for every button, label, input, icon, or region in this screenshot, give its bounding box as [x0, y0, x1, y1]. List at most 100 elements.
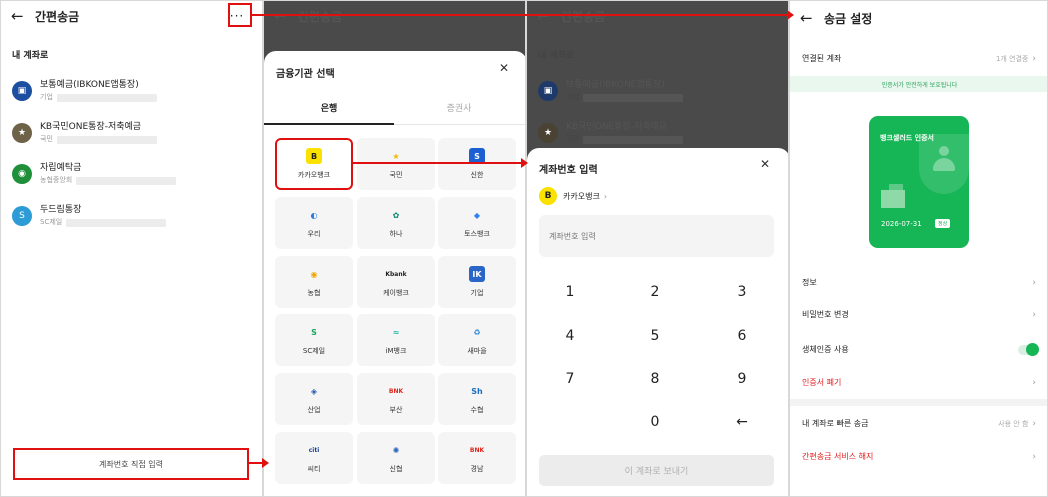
bank-tile[interactable]: ◆ 토스뱅크: [438, 197, 516, 249]
bank-label: 케이뱅크: [383, 289, 409, 297]
arrow-to-account-input: [351, 158, 528, 168]
backspace-key[interactable]: ←: [712, 408, 772, 436]
linked-accounts-row[interactable]: 연결된 계좌 1개 연결중 ›: [802, 53, 1036, 64]
selected-bank[interactable]: B 카카오뱅크 ›: [539, 187, 607, 205]
back-arrow-icon: ←: [274, 7, 287, 25]
biometric-toggle[interactable]: [1018, 342, 1039, 356]
bank-logo-icon: ✺: [392, 445, 400, 455]
bank-tile[interactable]: BNK 경남: [438, 432, 516, 484]
bank-tile[interactable]: ✺ 신협: [357, 432, 435, 484]
quick-transfer-value: 사용 안 함: [998, 419, 1029, 428]
tab-securities[interactable]: 증권사: [394, 101, 524, 114]
keypad-key[interactable]: 3: [712, 278, 772, 306]
bank-tile[interactable]: IK 기업: [438, 256, 516, 308]
keypad-key[interactable]: 6: [712, 322, 772, 350]
header: ← 간편송금: [527, 1, 788, 31]
keypad-key[interactable]: 9: [712, 365, 772, 393]
keypad-key[interactable]: 7: [540, 365, 600, 393]
stage: ← 간편송금 ··· 내 계좌로 ▣ 보통예금(IBKONE앱통장) 기업 ★ …: [0, 0, 1048, 497]
bank-tile[interactable]: citi 씨티: [275, 432, 353, 484]
highlight-menu-box: [228, 3, 252, 27]
certificate-status-badge: 정상: [935, 219, 951, 228]
info-row[interactable]: 정보 ›: [802, 277, 1036, 288]
panel-bank-select: ← 간편송금 금융기관 선택 ✕ 은행 증권사 B 카카오뱅크 ★ 국민 S 신한 ◐ 우리 ✿…: [263, 0, 526, 497]
account-bank: 기업: [40, 93, 53, 101]
page-title: 간편송금: [35, 9, 80, 24]
bank-label: 새마을: [467, 347, 487, 355]
direct-account-input-button[interactable]: 계좌번호 직접 입력: [13, 448, 249, 480]
account-bank: 농협중앙회: [40, 176, 73, 184]
account-number-input[interactable]: [539, 215, 774, 257]
panel-simple-transfer: ← 간편송금 ··· 내 계좌로 ▣ 보통예금(IBKONE앱통장) 기업 ★ …: [0, 0, 263, 497]
person-icon: [939, 146, 949, 156]
account-item-3[interactable]: ◉ 자립예탁금 농협중앙회: [12, 162, 177, 186]
bank-tile[interactable]: Kbank 케이뱅크: [357, 256, 435, 308]
bank-tile[interactable]: ✿ 하나: [357, 197, 435, 249]
bank-tile[interactable]: ◐ 우리: [275, 197, 353, 249]
bank-label: 씨티: [307, 465, 321, 473]
bank-tile[interactable]: B 카카오뱅크: [275, 138, 353, 190]
account-item-4[interactable]: S 두드림통장 SC제일: [12, 204, 167, 228]
bank-logo-icon: ◈: [310, 386, 318, 396]
kb-logo-icon: ★: [12, 123, 32, 143]
account-item-1: ▣ 보통예금(IBKONE앱통장) 기업: [538, 79, 683, 103]
masked-account-number: [582, 135, 683, 144]
sheet-title: 계좌번호 입력: [539, 165, 598, 176]
keypad-key[interactable]: 2: [625, 278, 685, 306]
bank-logo-icon: S: [311, 327, 317, 337]
kakaobank-logo-icon: B: [539, 187, 557, 205]
account-item-2[interactable]: ★ KB국민ONE통장-저축예금 국민: [12, 121, 157, 145]
sheet-title: 금융기관 선택: [276, 69, 335, 80]
security-banner: 인증서가 안전하게 보호됩니다: [790, 76, 1047, 92]
account-name: KB국민ONE통장-저축예금: [40, 122, 142, 132]
bank-label: 부산: [389, 406, 403, 414]
bank-label: 경남: [470, 465, 484, 473]
chevron-right-icon: ›: [603, 191, 608, 201]
kb-logo-icon: ★: [538, 123, 558, 143]
certificate-card[interactable]: 뱅크샐러드 인증서 2026-07-31 정상: [869, 116, 969, 248]
bank-tile[interactable]: ★ 국민: [357, 138, 435, 190]
revoke-certificate-row[interactable]: 인증서 폐기 ›: [802, 377, 1036, 388]
page-title: 송금 설정: [824, 11, 873, 26]
keypad-key[interactable]: 0: [625, 408, 685, 436]
change-password-row[interactable]: 비밀번호 변경 ›: [802, 309, 1036, 320]
sc-logo-icon: S: [12, 206, 32, 226]
keypad-key[interactable]: 5: [625, 322, 685, 350]
quick-transfer-row[interactable]: 내 계좌로 빠른 송금 사용 안 함 ›: [802, 418, 1036, 429]
chevron-right-icon: ›: [1032, 418, 1036, 429]
chevron-right-icon: ›: [1032, 53, 1036, 64]
bank-label: 하나: [389, 230, 403, 238]
arrow-to-settings: [252, 10, 794, 20]
bank-tile[interactable]: S 신한: [438, 138, 516, 190]
keypad-key[interactable]: 4: [540, 322, 600, 350]
back-arrow-icon[interactable]: ←: [800, 9, 818, 27]
account-item-1[interactable]: ▣ 보통예금(IBKONE앱통장) 기업: [12, 79, 157, 103]
quick-transfer-label: 내 계좌로 빠른 송금: [802, 419, 869, 428]
selected-bank-name: 카카오뱅크: [563, 191, 600, 201]
bank-logo-icon: ◐: [310, 210, 318, 220]
bank-logo-icon: citi: [308, 446, 320, 454]
biometric-label: 생체인증 사용: [802, 345, 849, 354]
bank-tile[interactable]: Sh 수협: [438, 373, 516, 425]
masked-account-number: [56, 135, 157, 144]
cancel-service-row[interactable]: 간편송금 서비스 해지 ›: [802, 451, 1036, 462]
send-to-account-button[interactable]: 이 계좌로 보내기: [539, 455, 774, 486]
bank-label: SC제일: [302, 347, 326, 355]
bank-tile[interactable]: ◉ 농협: [275, 256, 353, 308]
close-icon[interactable]: ✕: [499, 61, 509, 75]
bank-tile[interactable]: BNK 부산: [357, 373, 435, 425]
bank-tile[interactable]: ◈ 산업: [275, 373, 353, 425]
ibk-logo-icon: ▣: [12, 81, 32, 101]
keypad-key[interactable]: 8: [625, 365, 685, 393]
page-title: 간편송금: [298, 9, 343, 24]
page-title: 간편송금: [561, 9, 606, 24]
back-arrow-icon[interactable]: ←: [11, 7, 29, 25]
bank-tile[interactable]: S SC제일: [275, 314, 353, 366]
bank-label: 우리: [307, 230, 321, 238]
tab-bank[interactable]: 은행: [264, 101, 394, 114]
bank-tile[interactable]: ♻ 새마을: [438, 314, 516, 366]
bank-tile[interactable]: ≈ iM뱅크: [357, 314, 435, 366]
bank-label: 카카오뱅크: [297, 171, 331, 179]
close-icon[interactable]: ✕: [760, 157, 770, 171]
keypad-key[interactable]: 1: [540, 278, 600, 306]
